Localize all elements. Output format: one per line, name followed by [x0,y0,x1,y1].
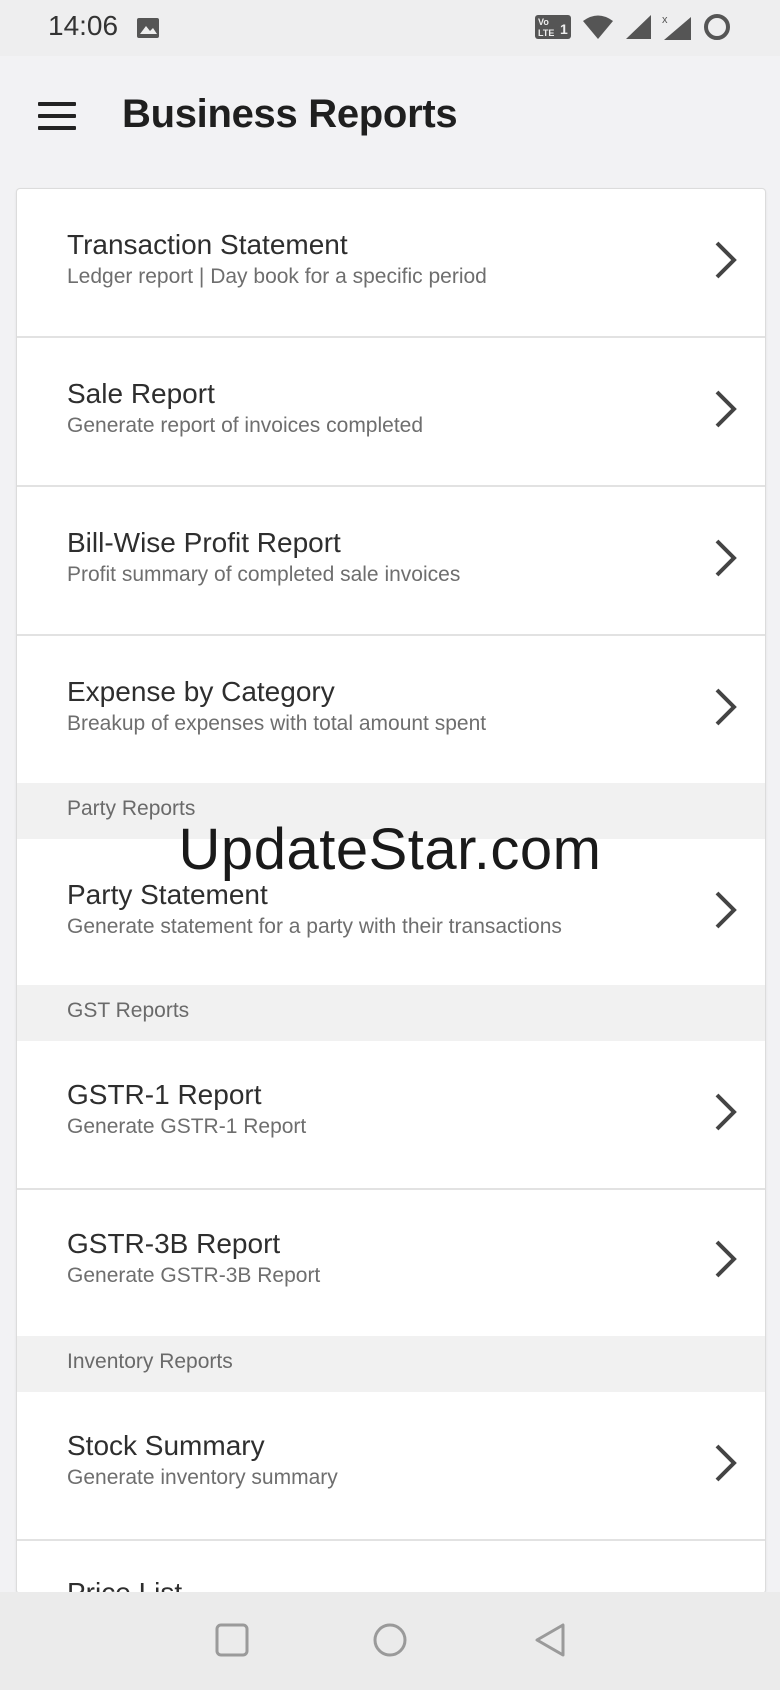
chevron-right-icon [715,1444,737,1482]
report-subtitle: Generate inventory summary [67,1466,338,1489]
chevron-right-icon [715,1093,737,1131]
report-item-party-statement[interactable]: Party Statement Generate statement for a… [17,839,765,985]
report-title: Expense by Category [67,676,335,707]
report-item-gstr-3b[interactable]: GSTR-3B Report Generate GSTR-3B Report [17,1190,765,1336]
reports-card: Transaction Statement Ledger report | Da… [16,188,766,1594]
recent-apps-icon[interactable] [214,1622,250,1658]
report-title: Transaction Statement [67,229,348,260]
svg-text:Vo: Vo [538,17,549,27]
chevron-right-icon [715,241,737,279]
chevron-right-icon [715,688,737,726]
status-bar: 14:06 Vo LTE 1 x [0,0,780,56]
report-item-price-list[interactable]: Price List [17,1541,765,1593]
svg-text:x: x [662,14,668,26]
report-subtitle: Generate GSTR-3B Report [67,1264,321,1287]
status-time: 14:06 [48,10,119,41]
hamburger-menu-icon[interactable] [38,102,76,132]
signal-icon [626,15,651,39]
svg-text:LTE: LTE [538,28,554,38]
section-header-inventory-reports: Inventory Reports [17,1336,765,1392]
report-item-expense-by-category[interactable]: Expense by Category Breakup of expenses … [17,636,765,783]
signal-x-icon: x [662,14,691,40]
report-subtitle: Breakup of expenses with total amount sp… [67,712,487,735]
report-title: GSTR-1 Report [67,1079,262,1110]
report-subtitle: Generate GSTR-1 Report [67,1115,307,1138]
chevron-right-icon [715,390,737,428]
home-icon[interactable] [372,1622,408,1658]
volte-icon: Vo LTE 1 [535,15,571,39]
report-title: Stock Summary [67,1430,265,1461]
report-title: Sale Report [67,378,215,409]
system-nav-bar [0,1592,780,1690]
back-icon[interactable] [532,1622,568,1658]
chevron-right-icon [715,1240,737,1278]
gallery-icon [137,18,159,38]
chevron-right-icon [715,539,737,577]
svg-text:1: 1 [560,21,568,37]
app-bar: Business Reports [0,56,780,186]
report-title: GSTR-3B Report [67,1228,281,1259]
report-item-sale-report[interactable]: Sale Report Generate report of invoices … [17,338,765,487]
battery-ring-icon [704,14,730,40]
report-subtitle: Generate report of invoices completed [67,414,424,437]
section-header-label: GST Reports [67,999,190,1022]
report-item-stock-summary[interactable]: Stock Summary Generate inventory summary [17,1392,765,1541]
report-title: Party Statement [67,879,268,910]
wifi-icon [583,15,613,39]
page-title: Business Reports [122,92,458,136]
report-title: Bill-Wise Profit Report [67,527,341,558]
report-subtitle: Ledger report | Day book for a specific … [67,265,487,288]
report-subtitle: Profit summary of completed sale invoice… [67,563,461,586]
section-header-label: Inventory Reports [67,1350,233,1373]
section-header-label: Party Reports [67,797,196,820]
report-item-bill-wise-profit[interactable]: Bill-Wise Profit Report Profit summary o… [17,487,765,636]
section-header-gst-reports: GST Reports [17,985,765,1041]
section-header-party-reports: Party Reports [17,783,765,839]
report-item-gstr-1[interactable]: GSTR-1 Report Generate GSTR-1 Report [17,1041,765,1190]
report-subtitle: Generate statement for a party with thei… [67,915,562,938]
chevron-right-icon [715,891,737,929]
report-item-transaction-statement[interactable]: Transaction Statement Ledger report | Da… [17,189,765,338]
